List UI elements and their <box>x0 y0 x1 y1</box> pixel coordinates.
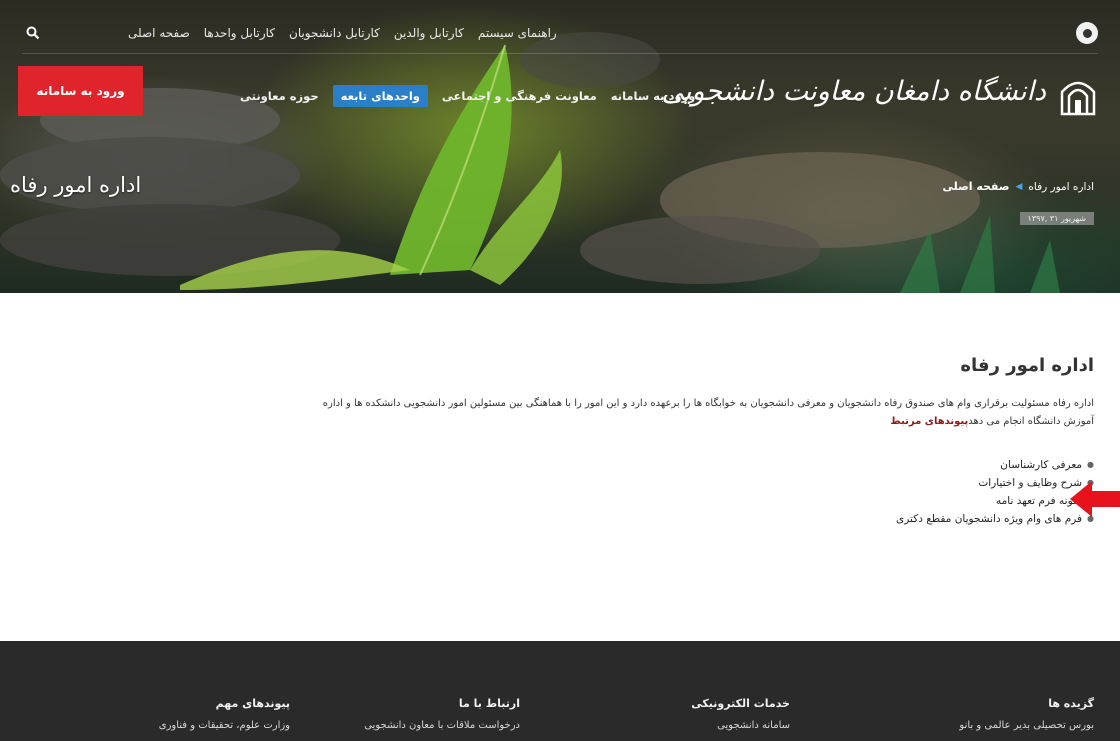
breadcrumb-home[interactable]: صفحه اصلی <box>942 180 1009 193</box>
search-button[interactable] <box>22 22 44 44</box>
top-bar: صفحه اصلی کارتابل واحدها کارتابل دانشجوی… <box>0 10 1120 55</box>
top-link-units-panel[interactable]: کارتابل واحدها <box>204 26 275 40</box>
university-emblem-icon <box>1060 81 1096 116</box>
footer: گزیده ها بورس تحصیلی بدیر عالمی و بانو خ… <box>0 641 1120 741</box>
footer-heading: ارتباط با ما <box>458 697 520 710</box>
user-circle-icon <box>1082 28 1092 38</box>
related-links-label[interactable]: پیوندهای مرتبط <box>890 416 968 427</box>
intro-text: اداره رفاه مسئولیت برقراری وام های صندوق… <box>322 398 1094 427</box>
breadcrumb-current: اداره امور رفاه <box>1028 180 1094 193</box>
nav-item-deputy-domain[interactable]: حوزه معاونتی <box>240 89 319 103</box>
logo-wordmark: دانشگاه دامغان معاونت دانشجویی <box>661 76 1046 107</box>
footer-link[interactable]: درخواست ملاقات با معاون دانشجویی <box>270 720 520 731</box>
link-duties-authorities[interactable]: شرح وظایف و اختیارات <box>896 474 1094 492</box>
footer-column-highlights: گزیده ها بورس تحصیلی بدیر عالمی و بانو <box>844 697 1094 731</box>
breadcrumb: صفحه اصلی ◀ اداره امور رفاه <box>920 180 1094 193</box>
top-links: صفحه اصلی کارتابل واحدها کارتابل دانشجوی… <box>58 20 557 46</box>
breadcrumb-separator-icon: ◀ <box>1015 181 1023 192</box>
footer-heading: گزیده ها <box>1048 697 1094 710</box>
link-commitment-form-sample[interactable]: نمونه فرم تعهد نامه <box>896 492 1094 510</box>
top-link-parents-panel[interactable]: کارتابل والدین <box>394 26 464 40</box>
main-content: اداره امور رفاه اداره رفاه مسئولیت برقرا… <box>0 293 1120 641</box>
main-nav: حوزه معاونتی واحدهای تابعه معاونت فرهنگی… <box>240 84 695 108</box>
hero-title: اداره امور رفاه <box>10 173 142 197</box>
intro-paragraph: اداره رفاه مسئولیت برقراری وام های صندوق… <box>294 395 1094 431</box>
top-link-students-panel[interactable]: کارتابل دانشجویان <box>289 26 380 40</box>
footer-link[interactable]: سامانه دانشجویی <box>540 720 790 731</box>
link-introduce-experts[interactable]: معرفی کارشناسان <box>896 456 1094 474</box>
link-phd-loan-forms[interactable]: فرم های وام ویژه دانشجویان مقطع دکتری <box>896 510 1094 528</box>
page-title: اداره امور رفاه <box>960 355 1094 376</box>
related-links-list: معرفی کارشناسان شرح وظایف و اختیارات نمو… <box>896 456 1094 528</box>
footer-heading: پیوندهای مهم <box>215 697 290 710</box>
footer-link[interactable]: وزارت علوم، تحقیقات و فناوری <box>40 720 290 731</box>
footer-column-important-links: پیوندهای مهم وزارت علوم، تحقیقات و فناور… <box>40 697 290 731</box>
footer-column-e-services: خدمات الکترونیکی سامانه دانشجویی <box>540 697 790 731</box>
footer-link[interactable]: بورس تحصیلی بدیر عالمی و بانو <box>844 720 1094 731</box>
top-link-system-guide[interactable]: راهنمای سیستم <box>478 26 557 40</box>
nav-item-cultural-deputy[interactable]: معاونت فرهنگی و اجتماعی <box>442 89 597 103</box>
top-divider <box>22 53 1098 54</box>
login-button[interactable]: ورود به سامانه <box>18 66 143 116</box>
search-icon <box>26 26 40 40</box>
hero-banner: صفحه اصلی کارتابل واحدها کارتابل دانشجوی… <box>0 0 1120 293</box>
red-arrow-icon <box>1070 481 1120 517</box>
nav-item-subunits[interactable]: واحدهای تابعه <box>332 85 428 107</box>
footer-column-contact: ارتباط با ما درخواست ملاقات با معاون دان… <box>270 697 520 731</box>
date-badge: شهریور ۳۱ ,۱۳۹۷ <box>1019 212 1094 225</box>
account-button[interactable] <box>1076 22 1098 44</box>
footer-heading: خدمات الکترونیکی <box>691 697 790 710</box>
site-logo[interactable]: دانشگاه دامغان معاونت دانشجویی <box>661 68 1098 120</box>
top-link-home[interactable]: صفحه اصلی <box>128 26 190 40</box>
